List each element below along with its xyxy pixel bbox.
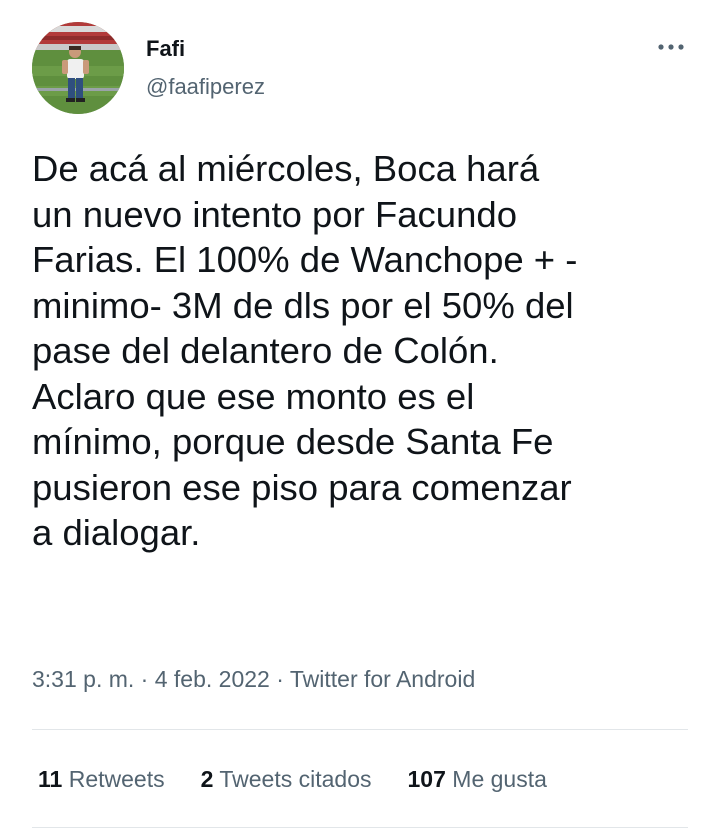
divider-top	[32, 729, 688, 730]
tweet-date[interactable]: 4 feb. 2022	[155, 666, 270, 692]
meta-separator: ·	[134, 666, 155, 692]
author-names: Fafi @faafiperez	[146, 36, 265, 100]
tweet-meta: 3:31 p. m. · 4 feb. 2022 · Twitter for A…	[32, 664, 475, 694]
meta-separator: ·	[269, 666, 290, 692]
tweet-header: Fafi @faafiperez	[32, 22, 692, 114]
tweet-source[interactable]: Twitter for Android	[290, 666, 475, 692]
tweet-container: Fafi @faafiperez De acá al miércoles, Bo…	[0, 0, 719, 836]
avatar-photo-icon	[32, 22, 124, 114]
retweets-count: 11	[38, 766, 63, 792]
retweets-stat[interactable]: 11 Retweets	[38, 764, 165, 794]
tweet-stats: 11 Retweets 2 Tweets citados 107 Me gusta	[38, 764, 583, 794]
quote-tweets-stat[interactable]: 2 Tweets citados	[201, 764, 372, 794]
likes-stat[interactable]: 107 Me gusta	[408, 764, 547, 794]
avatar[interactable]	[32, 22, 124, 114]
quotes-count: 2	[200, 766, 214, 792]
divider-bottom	[32, 827, 688, 828]
quotes-label: Tweets citados	[219, 766, 372, 792]
tweet-text: De acá al miércoles, Boca hará un nuevo …	[32, 148, 578, 553]
author-handle[interactable]: @faafiperez	[146, 74, 265, 100]
tweet-time[interactable]: 3:31 p. m.	[32, 666, 134, 692]
more-options-icon	[658, 44, 684, 50]
likes-label: Me gusta	[452, 766, 547, 792]
author-display-name[interactable]: Fafi	[146, 36, 265, 62]
retweets-label: Retweets	[68, 766, 165, 792]
likes-count: 107	[407, 766, 446, 792]
more-options-button[interactable]	[654, 30, 688, 64]
